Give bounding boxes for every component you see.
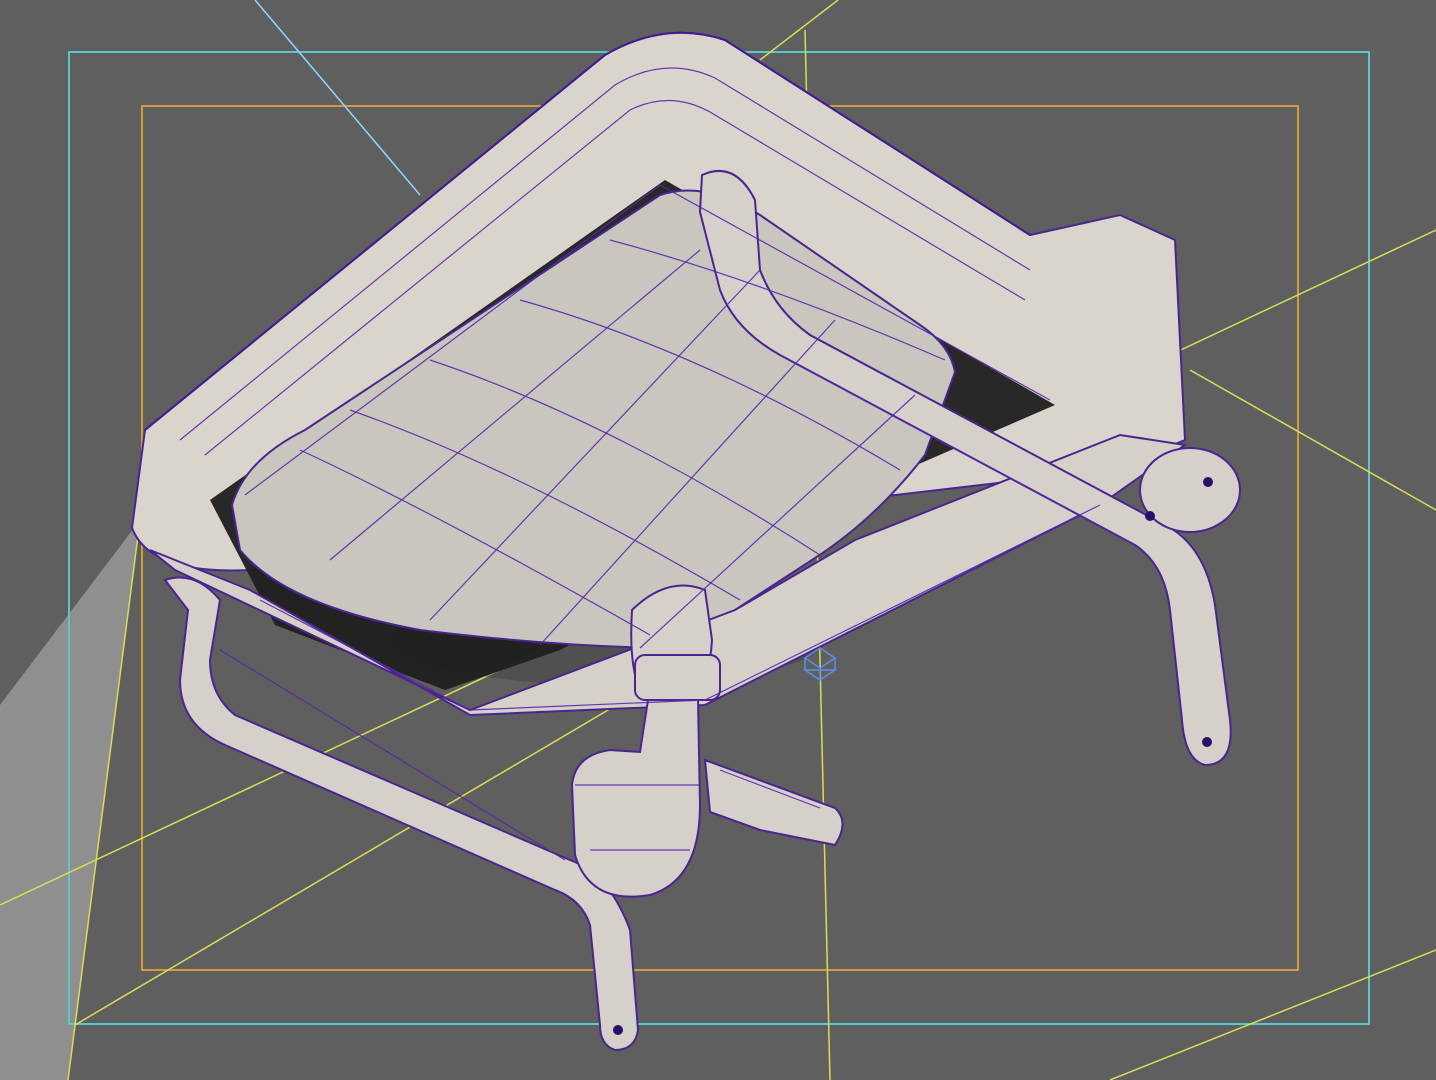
left-bracket-hole: [613, 1025, 623, 1035]
scene-canvas[interactable]: [0, 0, 1436, 1080]
right-bracket-hole-bottom: [1202, 737, 1212, 747]
right-bracket-hole-left: [1145, 511, 1155, 521]
right-bracket-hole-top: [1203, 477, 1213, 487]
3d-viewport[interactable]: [0, 0, 1436, 1080]
right-wall-bracket: [1139, 447, 1241, 533]
drain-coupling: [634, 654, 721, 701]
p-trap-pipe: [570, 699, 702, 898]
camera-sightline: [254, 0, 421, 196]
